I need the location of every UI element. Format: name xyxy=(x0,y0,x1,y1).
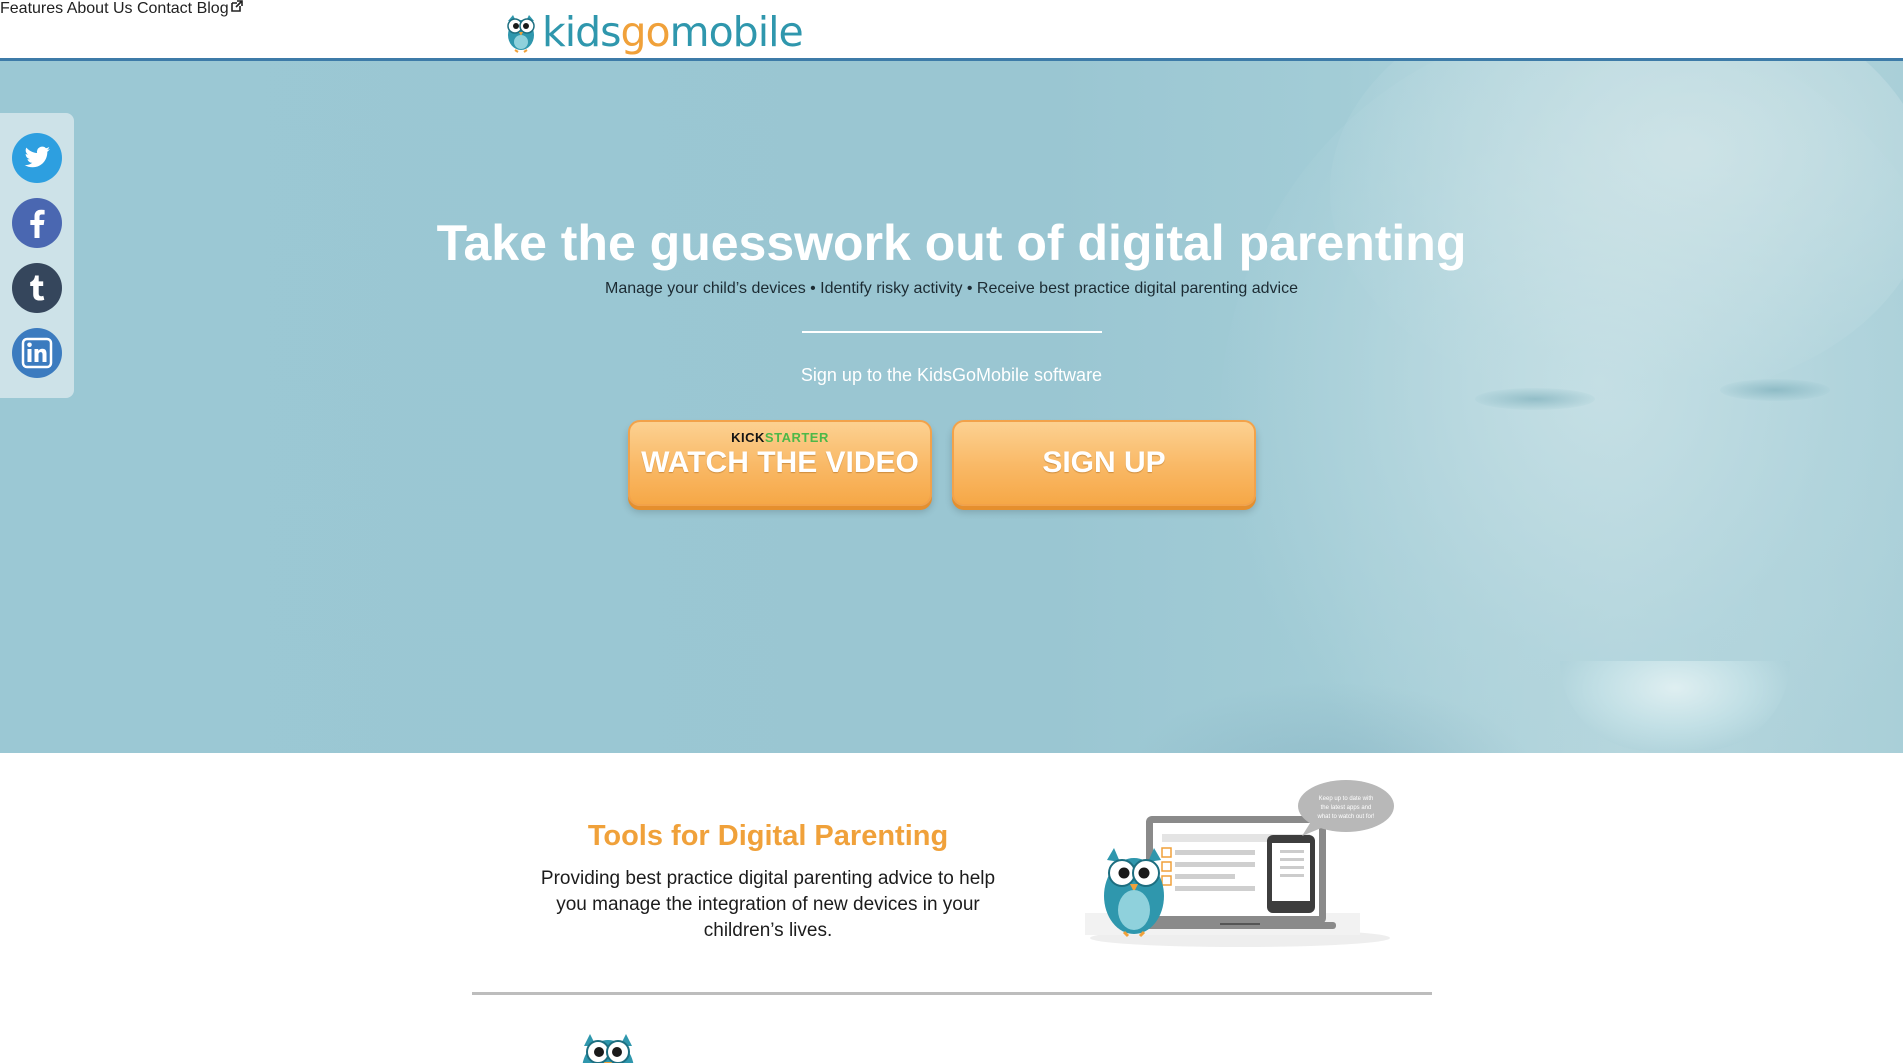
twitter-icon xyxy=(12,133,62,183)
watch-video-button[interactable]: KICKSTARTER WATCH THE VIDEO xyxy=(628,420,932,506)
external-link-icon xyxy=(230,0,243,12)
tumblr-icon xyxy=(12,263,62,313)
hero-divider xyxy=(802,331,1102,333)
linkedin-share-button[interactable] xyxy=(12,328,62,378)
logo-text-go: go xyxy=(620,7,671,56)
nav-about-us[interactable]: About Us xyxy=(67,0,133,17)
tools-description: Providing best practice digital parentin… xyxy=(540,868,996,941)
kickstarter-kick: KICK xyxy=(731,430,765,445)
logo-text-mobile: mobile xyxy=(669,7,804,56)
linkedin-icon xyxy=(12,328,62,378)
tools-title: Tools for Digital Parenting xyxy=(587,820,949,852)
tumblr-share-button[interactable] xyxy=(12,263,62,313)
logo-text-kids: kids xyxy=(542,7,622,56)
svg-text:what to watch out for!: what to watch out for! xyxy=(1316,814,1374,820)
site-logo[interactable]: kidsgomobile xyxy=(504,7,804,56)
social-share-bar xyxy=(0,113,74,398)
sign-up-button[interactable]: SIGN UP xyxy=(952,420,1256,506)
hero-signup-text: Sign up to the KidsGoMobile software xyxy=(800,365,1103,385)
hero-banner: Take the guesswork out of digital parent… xyxy=(0,61,1903,753)
section-divider xyxy=(472,992,1432,995)
kickstarter-starter: STARTER xyxy=(764,430,829,445)
hero-photo-eye-left xyxy=(1475,388,1595,410)
nav-contact[interactable]: Contact xyxy=(137,0,192,17)
owl-logo-icon xyxy=(507,15,535,53)
owl-mascot-icon xyxy=(582,1034,634,1063)
main-nav: Features About Us Contact Blog xyxy=(0,0,1903,18)
nav-blog-label: Blog xyxy=(196,0,229,17)
twitter-share-button[interactable] xyxy=(12,133,62,183)
kickstarter-logo: KICKSTARTER xyxy=(630,430,930,445)
site-header: kidsgomobile Features About Us Contact B… xyxy=(0,0,1903,61)
sign-up-label: SIGN UP xyxy=(1042,446,1166,479)
facebook-share-button[interactable] xyxy=(12,198,62,248)
nav-features[interactable]: Features xyxy=(0,0,63,17)
watch-video-label: WATCH THE VIDEO xyxy=(641,446,919,479)
devices-owl-illustration: Keep up to date with the latest apps and… xyxy=(1085,780,1394,947)
hero-subtitle: Manage your child’s devices • Identify r… xyxy=(604,280,1298,297)
svg-text:Keep up to date with: Keep up to date with xyxy=(1319,796,1374,802)
hero-title: Take the guesswork out of digital parent… xyxy=(436,215,1467,271)
nav-blog[interactable]: Blog xyxy=(197,0,243,17)
facebook-icon xyxy=(12,198,62,248)
svg-text:the latest apps and: the latest apps and xyxy=(1321,805,1372,811)
